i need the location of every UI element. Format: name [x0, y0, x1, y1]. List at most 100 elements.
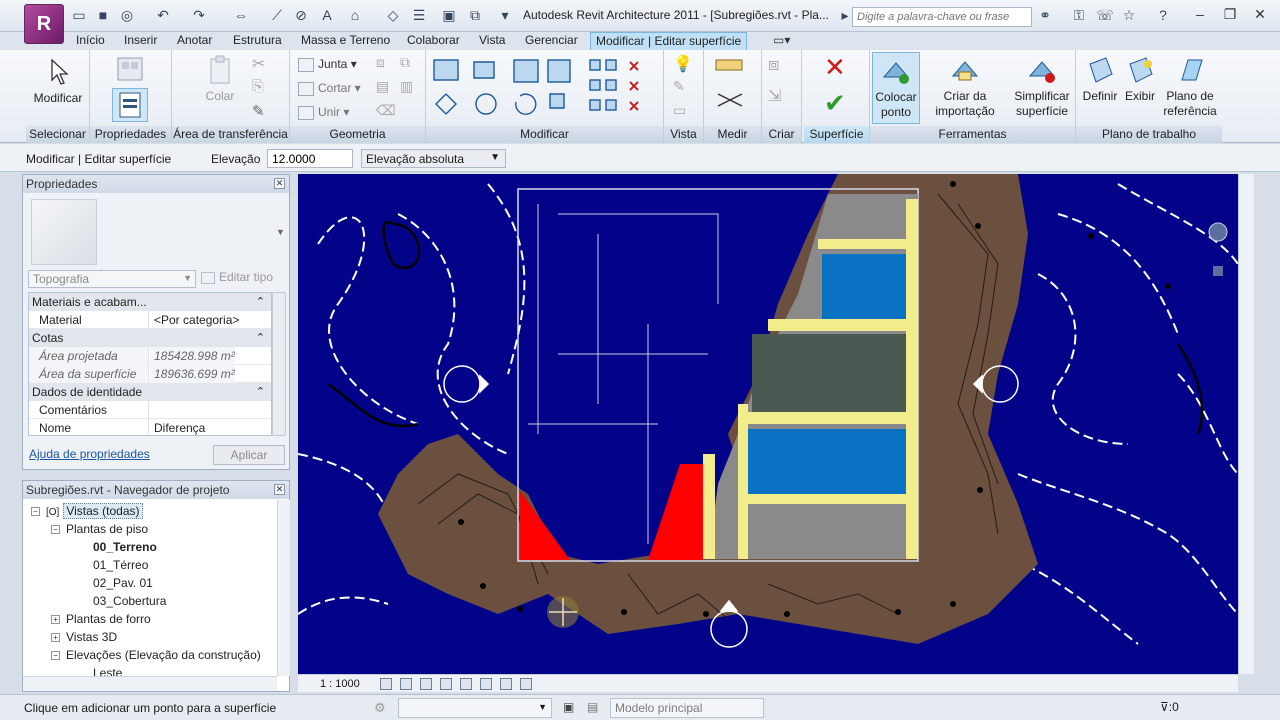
tree-node-plantas-forro[interactable]: + Plantas de forro [51, 610, 151, 628]
elevation-mode-select[interactable]: Elevação absoluta ▼ [361, 149, 506, 168]
property-row[interactable]: Comentários [29, 401, 271, 419]
browser-vertical-scrollbar[interactable] [277, 500, 290, 676]
apply-button[interactable]: Aplicar [213, 445, 285, 465]
linework-icon[interactable]: ▭ [673, 102, 695, 122]
open-icon[interactable]: ▭ [70, 6, 88, 24]
temporary-hide-icon[interactable] [500, 678, 512, 690]
set-workplane-button[interactable]: Definir [1080, 54, 1120, 104]
cancel-edit-icon[interactable]: ✕ [824, 54, 852, 80]
filter-count[interactable]: ⊽:0 [1160, 700, 1179, 714]
demolish-icon[interactable]: ⌫ [376, 102, 398, 122]
copy-icon[interactable]: ⎘ [252, 78, 274, 98]
sun-path-icon[interactable] [420, 678, 432, 690]
tab-gerenciar[interactable]: Gerenciar [520, 32, 583, 50]
unjoin-button[interactable]: Unir ▾ [298, 103, 349, 121]
remove-paint-icon[interactable]: ▥ [400, 78, 422, 98]
save-icon[interactable]: ■ [94, 6, 112, 24]
switch-windows-icon[interactable]: ⧉ [466, 6, 484, 24]
minimize-ribbon-icon[interactable]: ▭▾ [768, 32, 795, 50]
properties-help-link[interactable]: Ajuda de propriedades [29, 447, 150, 461]
help-icon[interactable]: ? [1154, 6, 1172, 24]
tab-vista[interactable]: Vista [474, 32, 510, 50]
tab-modificar-editar-superficie[interactable]: Modificar | Editar superfície [590, 32, 748, 50]
close-icon[interactable]: ✕ [274, 484, 285, 495]
measure-icons[interactable] [712, 54, 752, 120]
show-workplane-button[interactable]: Exibir [1122, 54, 1158, 104]
tree-node-view[interactable]: 02_Pav. 01 [93, 574, 153, 592]
crop-view-icon[interactable] [460, 678, 472, 690]
tree-node-vistas-3d[interactable]: + Vistas 3D [51, 628, 117, 646]
editable-only-icon[interactable]: ▣ [563, 700, 574, 714]
key-icon[interactable]: ⚿ [1070, 6, 1088, 24]
place-point-button[interactable]: Colocar ponto [872, 52, 920, 124]
expand-icon[interactable]: + [51, 633, 60, 643]
tab-estrutura[interactable]: Estrutura [228, 32, 287, 50]
tag-icon[interactable]: ⊘ [292, 6, 310, 24]
collapse-icon[interactable]: − [51, 525, 60, 535]
detail-level-icon[interactable] [380, 678, 392, 690]
design-options-icon[interactable]: ▤ [587, 700, 598, 714]
show-crop-icon[interactable] [480, 678, 492, 690]
drawing-area[interactable]: –❐✕ [298, 174, 1238, 674]
browser-horizontal-scrollbar[interactable] [23, 676, 277, 691]
application-menu-button[interactable]: R [24, 4, 64, 44]
property-row[interactable]: Material <Por categoria> [29, 311, 271, 329]
type-properties-icon[interactable] [114, 54, 146, 84]
modify-button[interactable]: Modificar [28, 56, 88, 106]
reveal-hidden-icon[interactable] [520, 678, 532, 690]
undo-icon[interactable]: ↶ [154, 6, 172, 24]
dimension-icon[interactable]: ⟋ [268, 6, 286, 24]
tab-inicio[interactable]: Início [71, 32, 110, 50]
worksets-icon[interactable]: ⚙ [374, 700, 386, 716]
binoculars-icon[interactable]: ⚭ [1036, 6, 1054, 24]
wall-joins-icon[interactable]: ⧈ [376, 54, 398, 74]
modify-tools-icons[interactable] [430, 54, 660, 122]
close-icon[interactable]: ✕ [274, 178, 285, 189]
site-plan-canvas[interactable] [298, 174, 1238, 674]
elevation-input[interactable] [267, 149, 353, 168]
paste-button[interactable]: Colar [196, 54, 244, 104]
property-row[interactable]: Nome Diferença [29, 419, 271, 435]
hide-icon[interactable]: 💡 [673, 54, 695, 74]
visual-style-icon[interactable] [400, 678, 412, 690]
tree-node-plantas-piso[interactable]: − Plantas de piso [51, 520, 148, 538]
tab-colaborar[interactable]: Colaborar [402, 32, 465, 50]
communication-icon[interactable]: ☏ [1096, 6, 1114, 24]
qat-dropdown-icon[interactable]: ▾ [496, 6, 514, 24]
reference-plane-button[interactable]: Plano de referência [1158, 54, 1222, 119]
chevron-down-icon[interactable]: ▼ [276, 227, 285, 237]
section-dados-identidade[interactable]: Dados de identidade ⌃ [29, 383, 271, 401]
section-icon[interactable]: ◇ [384, 6, 402, 24]
tree-node-vistas[interactable]: − [O] Vistas (todas) [31, 502, 143, 520]
tree-node-view[interactable]: 00_Terreno [93, 538, 157, 556]
expand-icon[interactable]: + [51, 615, 60, 625]
collapse-icon[interactable]: − [31, 507, 40, 517]
cut-geometry-button[interactable]: Cortar ▾ [298, 79, 361, 97]
collapse-icon[interactable]: − [51, 651, 60, 661]
tab-anotar[interactable]: Anotar [172, 32, 217, 50]
tab-massa-terreno[interactable]: Massa e Terreno [296, 32, 395, 50]
restore-icon[interactable]: ❐ [1216, 4, 1244, 24]
properties-scrollbar[interactable] [272, 292, 286, 436]
override-graphics-icon[interactable]: ✎ [673, 78, 695, 98]
paint-icon[interactable]: ▤ [376, 78, 398, 98]
properties-palette-button[interactable] [112, 88, 148, 122]
canvas-horizontal-scrollbar[interactable] [560, 674, 1238, 692]
close-icon[interactable]: ✕ [1246, 4, 1274, 24]
create-group-icon[interactable]: ⧈ [768, 54, 790, 74]
view-scale[interactable]: 1 : 1000 [320, 678, 360, 690]
tab-inserir[interactable]: Inserir [119, 32, 162, 50]
minimize-icon[interactable]: – [1186, 4, 1214, 24]
search-input[interactable] [852, 7, 1032, 27]
simplify-surface-button[interactable]: Simplificar superfície [1010, 54, 1074, 119]
tree-node-view[interactable]: 01_Térreo [93, 556, 148, 574]
section-materiais[interactable]: Materiais e acabam... ⌃ [29, 293, 271, 311]
create-from-import-button[interactable]: Criar da importação [924, 54, 1006, 119]
tree-node-elevacoes[interactable]: − Elevações (Elevação da construção) [51, 646, 261, 664]
measure-icon[interactable]: ⇔ [232, 6, 250, 24]
cut-icon[interactable]: ✂ [252, 54, 274, 74]
finish-edit-icon[interactable]: ✔ [824, 90, 852, 116]
close-hidden-icon[interactable]: ▣ [440, 6, 458, 24]
canvas-vertical-scrollbar[interactable] [1238, 174, 1254, 674]
sync-icon[interactable]: ◎ [118, 6, 136, 24]
